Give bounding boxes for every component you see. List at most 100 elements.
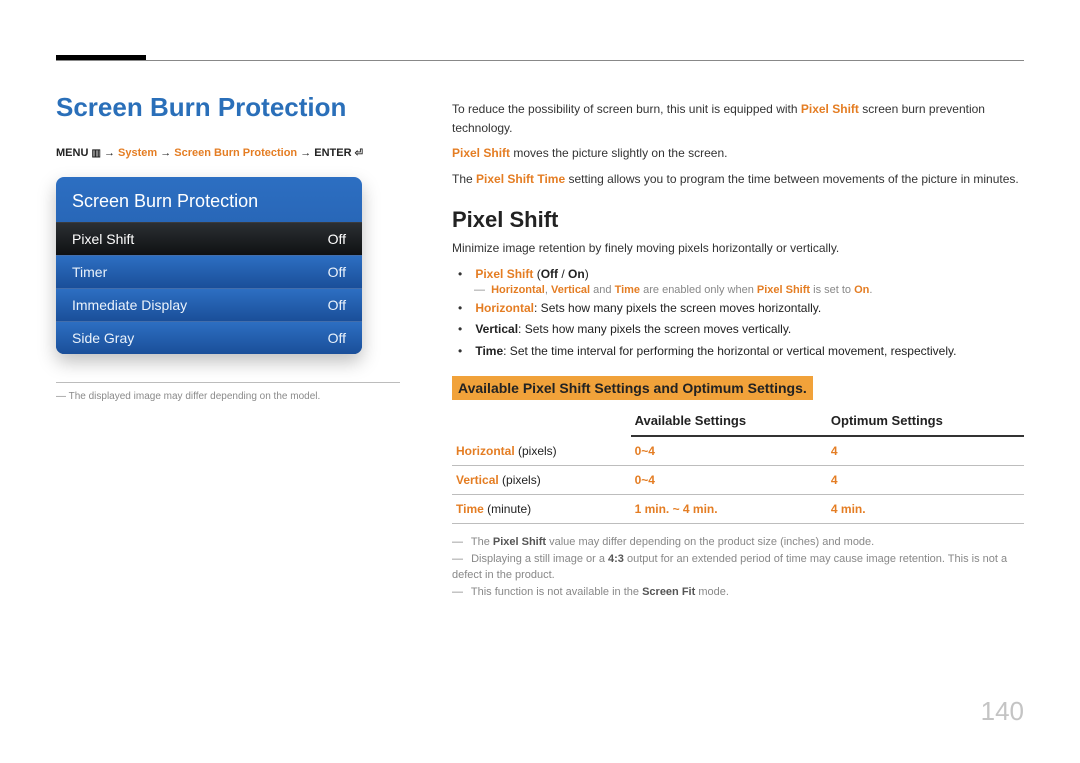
- text: value may differ depending on the produc…: [546, 536, 874, 548]
- menu-panel: Screen Burn Protection Pixel Shift Off T…: [56, 177, 362, 354]
- text: ): [585, 267, 589, 281]
- text: : Set the time interval for performing t…: [503, 344, 956, 358]
- text: setting allows you to program the time b…: [565, 172, 1019, 186]
- menu-row-side-gray[interactable]: Side Gray Off: [56, 321, 362, 354]
- text: .: [869, 284, 872, 296]
- menu-row-value: Off: [328, 297, 346, 313]
- highlight: Time: [456, 502, 484, 516]
- highlight: Pixel Shift: [801, 102, 859, 116]
- menu-panel-title: Screen Burn Protection: [56, 177, 362, 222]
- page: Screen Burn Protection MENU ▥ → System →…: [0, 0, 1080, 763]
- table-header-row: Available Settings Optimum Settings: [452, 406, 1024, 436]
- sub-intro: Minimize image retention by finely movin…: [452, 239, 1024, 258]
- cell-optimum: 4 min.: [827, 495, 1024, 524]
- menu-row-label: Pixel Shift: [72, 231, 134, 247]
- text: mode.: [695, 586, 729, 598]
- intro-para-1: To reduce the possibility of screen burn…: [452, 100, 1024, 138]
- table-section-heading: Available Pixel Shift Settings and Optim…: [452, 376, 813, 400]
- unit: (pixels): [515, 444, 557, 458]
- highlight: Pixel Shift: [493, 536, 546, 548]
- menu-row-timer[interactable]: Timer Off: [56, 255, 362, 288]
- breadcrumb-menu: MENU: [56, 147, 88, 159]
- cell-label: Time (minute): [452, 495, 631, 524]
- highlight: Pixel Shift Time: [476, 172, 565, 186]
- highlight: Vertical: [475, 322, 518, 336]
- cell-label: Horizontal (pixels): [452, 436, 631, 466]
- highlight: Horizontal: [456, 444, 515, 458]
- text: : Sets how many pixels the screen moves …: [534, 301, 821, 315]
- unit: (minute): [484, 502, 531, 516]
- cell-optimum: 4: [827, 436, 1024, 466]
- text: is set to: [810, 284, 854, 296]
- text: To reduce the possibility of screen burn…: [452, 102, 801, 116]
- breadcrumb-arrow: →: [104, 147, 118, 159]
- highlight: Vertical: [551, 284, 590, 296]
- menu-row-label: Side Gray: [72, 330, 134, 346]
- col-available: Available Settings: [631, 406, 827, 436]
- sub-heading: Pixel Shift: [452, 207, 1024, 233]
- cell-available: 0~4: [631, 466, 827, 495]
- highlight: 4:3: [608, 553, 624, 565]
- bullet-time: Time: Set the time interval for performi…: [474, 341, 1024, 363]
- col-optimum: Optimum Settings: [827, 406, 1024, 436]
- unit: (pixels): [499, 473, 541, 487]
- menu-row-value: Off: [328, 231, 346, 247]
- intro-para-2: Pixel Shift moves the picture slightly o…: [452, 144, 1024, 163]
- menu-row-label: Immediate Display: [72, 297, 187, 313]
- bullet-list: Pixel Shift (Off / On): [452, 264, 1024, 286]
- breadcrumb-sbp: Screen Burn Protection: [174, 147, 297, 159]
- cell-optimum: 4: [827, 466, 1024, 495]
- table-row: Vertical (pixels) 0~4 4: [452, 466, 1024, 495]
- text: : Sets how many pixels the screen moves …: [518, 322, 791, 336]
- page-number: 140: [981, 696, 1024, 727]
- col-blank: [452, 406, 631, 436]
- menu-row-value: Off: [328, 330, 346, 346]
- text: This function is not available in the: [471, 586, 642, 598]
- highlight: Vertical: [456, 473, 499, 487]
- page-title: Screen Burn Protection: [56, 92, 400, 123]
- sub-note: Horizontal, Vertical and Time are enable…: [452, 284, 1024, 296]
- text: moves the picture slightly on the screen…: [510, 146, 727, 160]
- menu-row-pixel-shift[interactable]: Pixel Shift Off: [56, 222, 362, 255]
- sub-note-item: Horizontal, Vertical and Time are enable…: [492, 284, 1024, 296]
- highlight: Pixel Shift: [757, 284, 810, 296]
- highlight: Pixel Shift: [475, 267, 533, 281]
- footnotes: The Pixel Shift value may differ dependi…: [452, 534, 1024, 600]
- settings-table: Available Settings Optimum Settings Hori…: [452, 406, 1024, 524]
- text: The: [471, 536, 493, 548]
- text: (: [533, 267, 540, 281]
- disclaimer-text: The displayed image may differ depending…: [56, 391, 400, 402]
- footnote-item: The Pixel Shift value may differ dependi…: [452, 534, 1024, 551]
- right-column: To reduce the possibility of screen burn…: [452, 100, 1024, 600]
- breadcrumb-enter: ENTER: [314, 147, 351, 159]
- menu-icon: ▥: [91, 148, 100, 159]
- top-bar-accent: [56, 55, 146, 60]
- highlight: Time: [615, 284, 640, 296]
- breadcrumb-arrow: →: [300, 147, 314, 159]
- text: On: [568, 267, 585, 281]
- top-rule: [56, 60, 1024, 61]
- bullet-pixel-shift: Pixel Shift (Off / On): [474, 264, 1024, 286]
- highlight: Time: [475, 344, 503, 358]
- text: /: [558, 267, 568, 281]
- breadcrumb-system: System: [118, 147, 157, 159]
- highlight: On: [854, 284, 869, 296]
- highlight: Horizontal: [491, 284, 545, 296]
- table-row: Time (minute) 1 min. ~ 4 min. 4 min.: [452, 495, 1024, 524]
- bullet-horizontal: Horizontal: Sets how many pixels the scr…: [474, 298, 1024, 320]
- enter-icon: ⏎: [355, 148, 363, 159]
- menu-row-value: Off: [328, 264, 346, 280]
- footnote-item: This function is not available in the Sc…: [452, 584, 1024, 601]
- divider: [56, 382, 400, 383]
- menu-row-immediate-display[interactable]: Immediate Display Off: [56, 288, 362, 321]
- highlight: Pixel Shift: [452, 146, 510, 160]
- breadcrumb: MENU ▥ → System → Screen Burn Protection…: [56, 147, 400, 159]
- footnote-item: Displaying a still image or a 4:3 output…: [452, 551, 1024, 584]
- highlight: Screen Fit: [642, 586, 695, 598]
- table-row: Horizontal (pixels) 0~4 4: [452, 436, 1024, 466]
- text: Displaying a still image or a: [471, 553, 608, 565]
- cell-available: 1 min. ~ 4 min.: [631, 495, 827, 524]
- cell-label: Vertical (pixels): [452, 466, 631, 495]
- bullet-list: Horizontal: Sets how many pixels the scr…: [452, 298, 1024, 363]
- menu-row-label: Timer: [72, 264, 107, 280]
